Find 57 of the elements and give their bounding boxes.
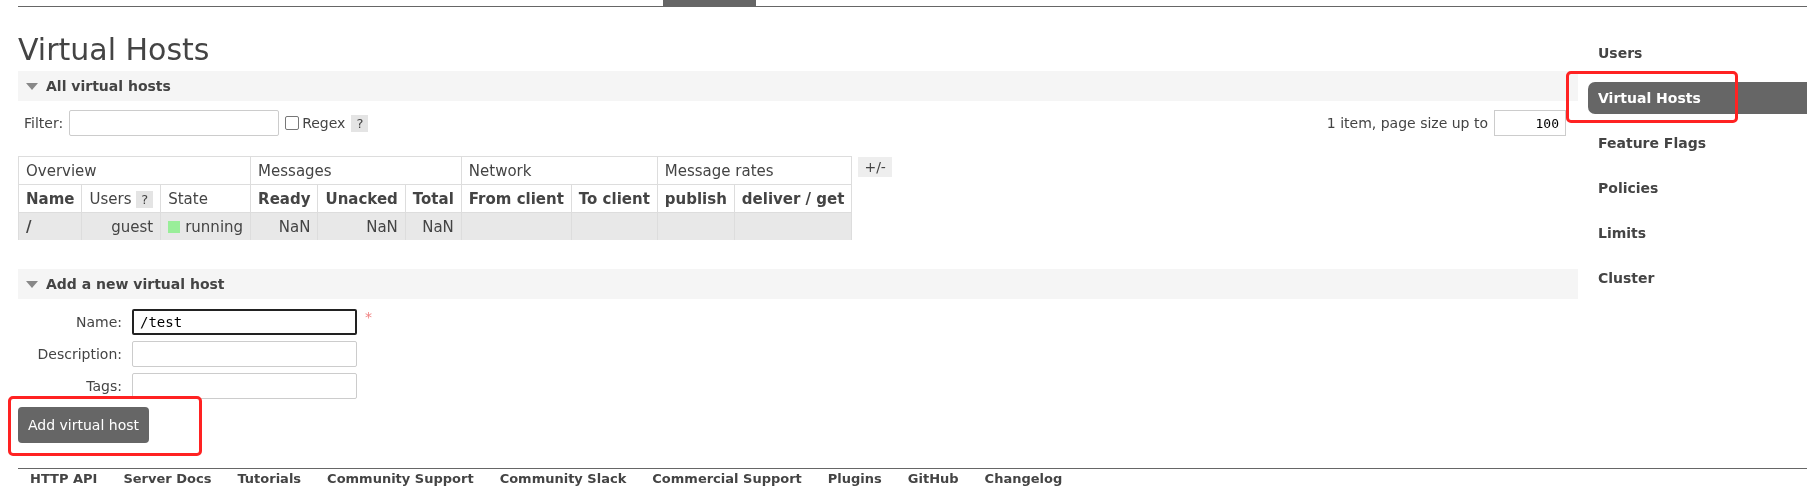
table-cell: NaN	[317, 212, 406, 241]
table-cell: guest	[82, 212, 161, 241]
page-title: Virtual Hosts	[18, 33, 211, 67]
required-mark: *	[365, 309, 372, 325]
sidebar-item[interactable]: Users	[1588, 37, 1807, 69]
footer-link[interactable]: Tutorials	[237, 471, 302, 486]
column-group-header: Overview	[18, 156, 251, 185]
column-header[interactable]: State	[160, 184, 251, 213]
column-header[interactable]: Ready	[250, 184, 318, 213]
sidebar-item[interactable]: Virtual Hosts	[1588, 82, 1807, 114]
text-field[interactable]	[132, 341, 357, 367]
column-header[interactable]: From client	[461, 184, 572, 213]
regex-checkbox[interactable]	[285, 116, 300, 130]
table-cell: NaN	[250, 212, 318, 241]
column-header[interactable]: Total	[405, 184, 462, 213]
section-title: Add a new virtual host	[46, 276, 225, 292]
text-field[interactable]: /test	[132, 309, 357, 335]
help-button[interactable]: ?	[351, 114, 369, 132]
column-header[interactable]: deliver / get	[734, 184, 852, 213]
footer-link[interactable]: Community Support	[327, 471, 474, 486]
footer-link[interactable]: GitHub	[907, 471, 959, 486]
table-cell: NaN	[405, 212, 462, 241]
footer-link[interactable]: Changelog	[984, 471, 1063, 486]
sidebar-item[interactable]: Limits	[1588, 217, 1807, 249]
text-field[interactable]	[132, 373, 357, 399]
sidebar-item[interactable]: Policies	[1588, 172, 1807, 204]
table-cell[interactable]: /	[18, 212, 82, 241]
field-label: Name:	[74, 314, 122, 330]
sidebar-item[interactable]: Cluster	[1588, 262, 1807, 294]
footer-link[interactable]: Server Docs	[123, 471, 212, 486]
paging-text: 1 item, page size up to	[1326, 115, 1488, 131]
footer-link[interactable]: HTTP API	[30, 471, 98, 486]
column-group-header: Network	[461, 156, 658, 185]
footer-link[interactable]: Plugins	[827, 471, 882, 486]
filter-field[interactable]	[69, 110, 280, 136]
column-header[interactable]: Users	[89, 189, 132, 208]
section-header[interactable]: Add a new virtual host	[18, 269, 1578, 299]
column-group-header: Message rates	[657, 156, 852, 185]
field-label: Tags:	[85, 378, 122, 394]
regex-label: Regex	[302, 115, 346, 131]
column-group-header: Messages	[250, 156, 462, 185]
field-label: Description:	[36, 346, 122, 362]
column-header[interactable]: publish	[657, 184, 735, 213]
footer-link[interactable]: Community Slack	[499, 471, 627, 486]
page-size-field[interactable]: 100	[1494, 110, 1566, 136]
status-text: running	[185, 217, 244, 236]
column-header[interactable]: Name	[18, 184, 82, 213]
filter-label: Filter:	[24, 115, 64, 131]
sidebar-item[interactable]: Feature Flags	[1588, 127, 1807, 159]
column-header[interactable]: To client	[571, 184, 658, 213]
help-button[interactable]: ?	[136, 190, 154, 208]
add-virtual-host-button[interactable]: Add virtual host	[18, 407, 149, 443]
section-title: All virtual hosts	[46, 78, 171, 94]
column-header[interactable]: Unacked	[317, 184, 406, 213]
columns-toggle-button[interactable]: +/-	[858, 157, 892, 177]
section-header[interactable]: All virtual hosts	[18, 71, 1578, 101]
footer-link[interactable]: Commercial Support	[652, 471, 802, 486]
